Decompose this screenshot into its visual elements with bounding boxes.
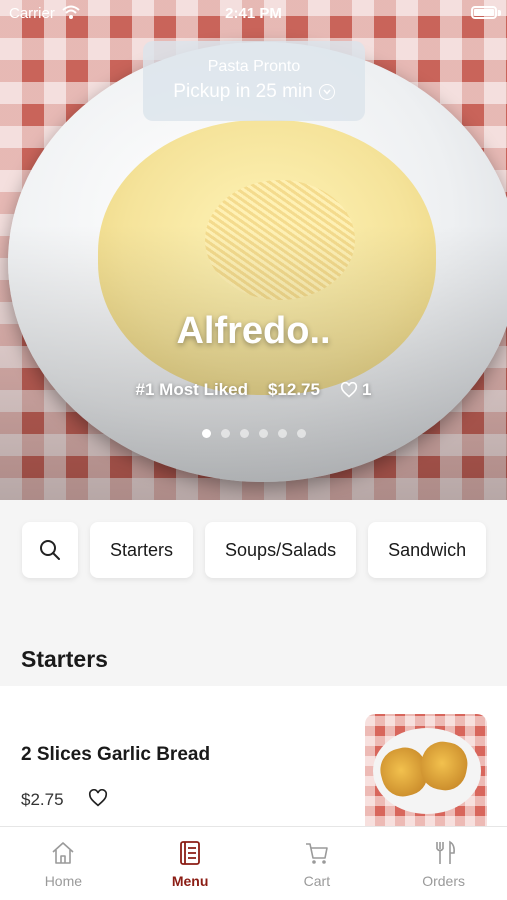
restaurant-name: Pasta Pronto: [207, 58, 301, 75]
menu-item-price: $2.75: [21, 790, 64, 809]
tab-label: Menu: [171, 873, 209, 889]
menu-item-photo: [365, 714, 487, 826]
menu-item-name: 2 Slices Garlic Bread: [21, 744, 211, 765]
status-bar: Carrier 2:41 PM: [0, 0, 507, 28]
carousel-dot[interactable]: [277, 429, 287, 438]
tab-menu[interactable]: Menu: [127, 827, 254, 900]
tab-cart[interactable]: Cart: [254, 827, 381, 900]
category-chips: Starters Soups/Salads Sandwich: [22, 522, 487, 578]
search-icon: [40, 540, 60, 560]
featured-dish-meta: #1 Most Liked $12.75 1: [0, 380, 507, 400]
heart-icon: [340, 382, 358, 398]
category-chip-starters[interactable]: Starters: [90, 522, 194, 578]
tab-orders[interactable]: Orders: [380, 827, 507, 900]
tab-label: Home: [44, 873, 83, 889]
featured-hero[interactable]: Carrier 2:41 PM Pasta Pronto Pickup in 2…: [0, 0, 507, 500]
featured-dish-title: Alfredo..: [176, 310, 331, 352]
carousel-dot[interactable]: [220, 429, 230, 438]
heart-icon[interactable]: [88, 789, 108, 807]
pickup-eta: Pickup in 25 min: [173, 81, 313, 102]
featured-price: $12.75: [267, 380, 320, 399]
carousel-page-indicator[interactable]: [0, 429, 507, 438]
status-time: 2:41 PM: [225, 5, 282, 22]
home-icon: [52, 842, 74, 864]
category-chip-soups-salads[interactable]: Soups/Salads: [205, 522, 357, 578]
fork-knife-icon: [435, 840, 455, 864]
tab-bar: Home Menu Cart Orders: [0, 826, 507, 900]
featured-likes[interactable]: 1: [340, 380, 371, 400]
featured-like-count: 1: [361, 380, 372, 399]
carousel-dot[interactable]: [239, 429, 249, 438]
tab-home[interactable]: Home: [0, 827, 127, 900]
section-title: Starters: [21, 646, 108, 672]
carousel-dot[interactable]: [258, 429, 268, 438]
category-chip-sandwich[interactable]: Sandwich: [368, 522, 487, 578]
carousel-dot[interactable]: [296, 429, 306, 438]
tab-label: Orders: [422, 873, 466, 889]
cart-icon: [305, 843, 328, 864]
menu-book-icon: [180, 841, 201, 865]
search-button[interactable]: [22, 522, 78, 578]
tab-label: Cart: [303, 873, 331, 889]
menu-item[interactable]: 2 Slices Garlic Bread $2.75: [0, 686, 507, 826]
featured-badge: #1 Most Liked: [135, 380, 248, 399]
battery-icon: [471, 6, 497, 19]
pickup-info-card[interactable]: Pasta Pronto Pickup in 25 min: [143, 41, 365, 121]
chevron-down-circle-icon[interactable]: [318, 84, 335, 100]
carousel-dot[interactable]: [201, 429, 211, 438]
